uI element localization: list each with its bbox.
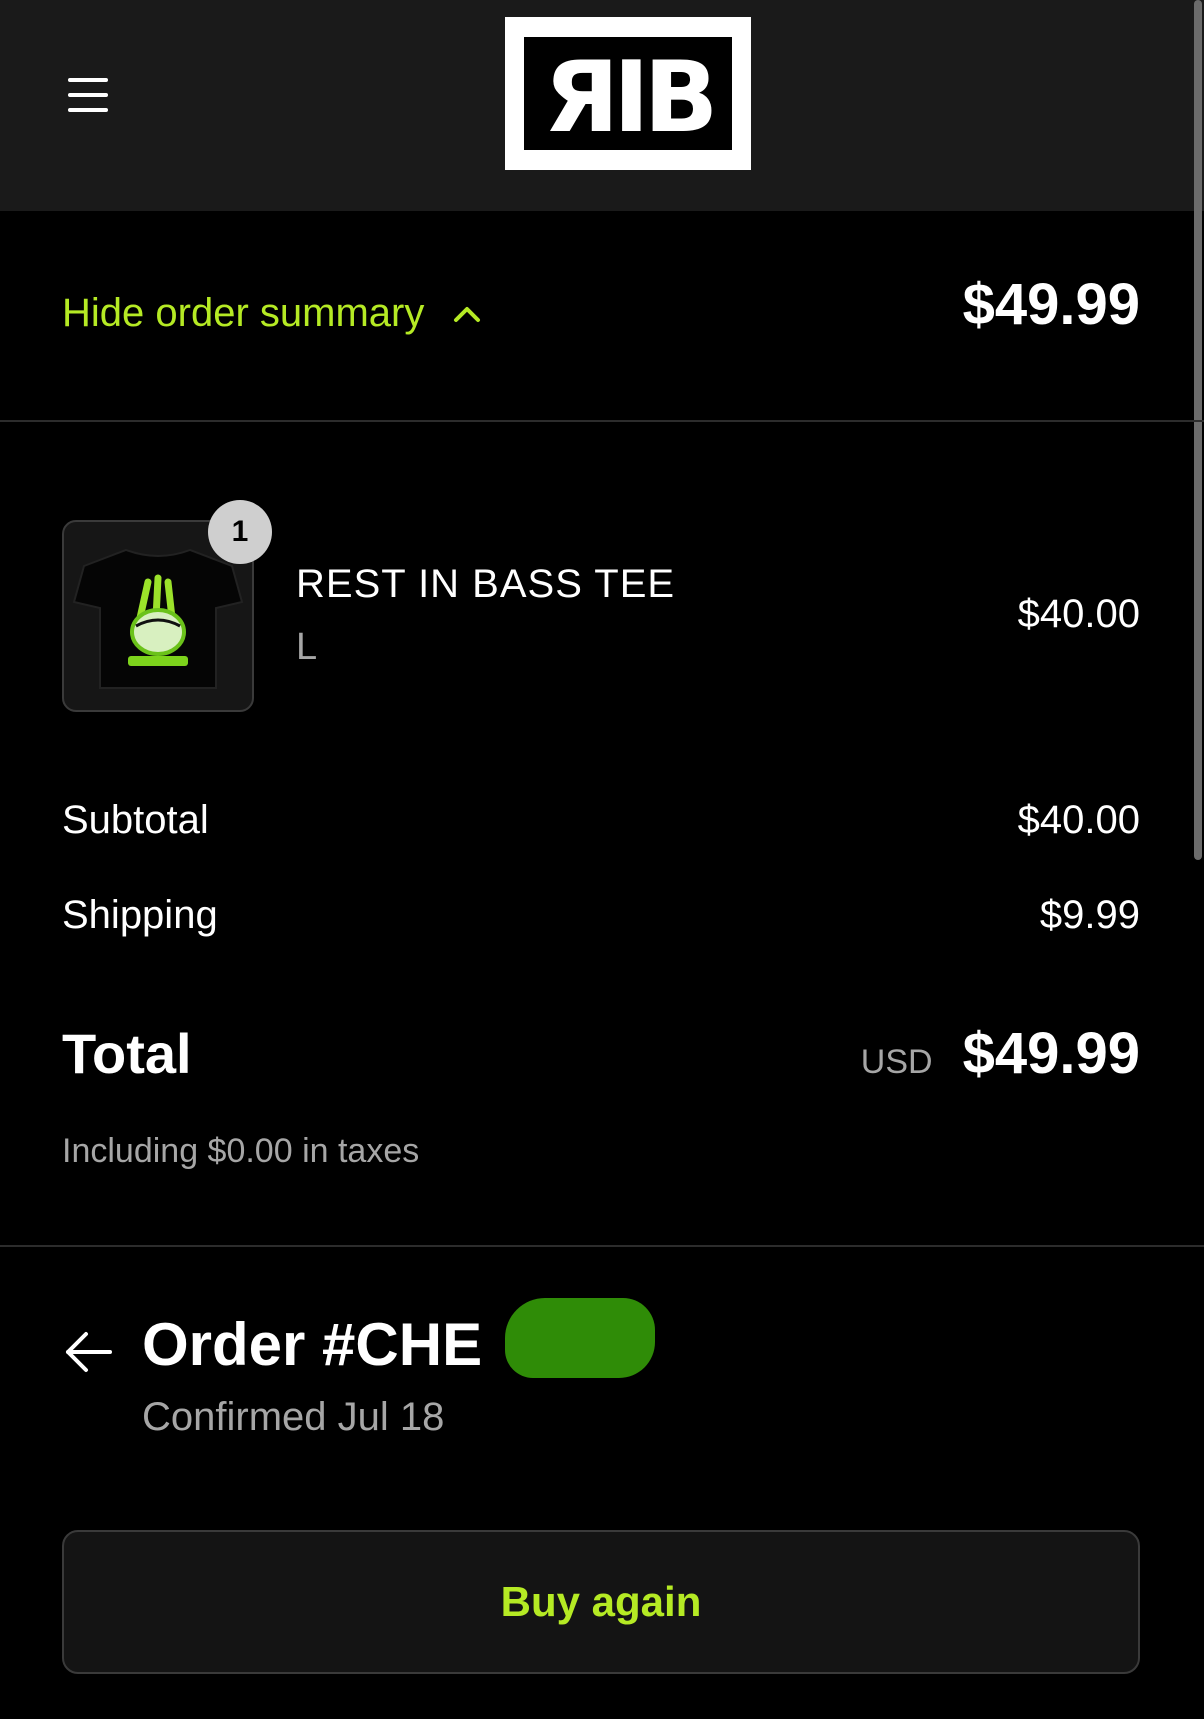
currency-code: USD <box>860 1043 933 1081</box>
site-header: ЯIB <box>0 0 1204 211</box>
quantity-badge: 1 <box>208 500 272 564</box>
order-number: Order #CHE <box>142 1311 483 1378</box>
shipping-value: $9.99 <box>1039 893 1140 937</box>
arrow-left-icon[interactable] <box>62 1326 114 1378</box>
product-variant: L <box>296 626 318 668</box>
svg-text:ЯIB: ЯIB <box>544 41 713 150</box>
redaction-mark <box>505 1298 655 1378</box>
hamburger-menu-icon[interactable] <box>62 74 114 116</box>
order-confirmed-date: Confirmed Jul 18 <box>142 1395 445 1439</box>
subtotal-label: Subtotal <box>62 798 209 842</box>
scrollbar[interactable] <box>1194 0 1202 860</box>
subtotal-value: $40.00 <box>1017 798 1140 842</box>
subtotal-row: Subtotal $40.00 <box>62 798 1140 843</box>
toggle-label: Hide order summary <box>62 291 425 335</box>
taxes-note: Including $0.00 in taxes <box>62 1132 420 1170</box>
product-name: REST IN BASS TEE <box>296 562 676 606</box>
buy-again-button[interactable]: Buy again <box>62 1530 1140 1674</box>
store-logo[interactable]: ЯIB <box>505 17 751 170</box>
total-value: $49.99 <box>962 1021 1140 1086</box>
hide-order-summary-toggle[interactable]: Hide order summary <box>62 291 482 336</box>
shipping-row: Shipping $9.99 <box>62 893 1140 938</box>
logo-mark: ЯIB <box>544 41 719 155</box>
summary-total-price: $49.99 <box>962 272 1140 337</box>
line-item: 1 REST IN BASS TEE L $40.00 <box>62 500 1140 712</box>
total-label: Total <box>62 1022 192 1085</box>
shipping-label: Shipping <box>62 893 218 937</box>
section-divider <box>0 1245 1204 1247</box>
product-price: $40.00 <box>1017 592 1140 636</box>
order-summary-bar: Hide order summary $49.99 <box>0 211 1204 422</box>
chevron-up-icon <box>454 306 481 322</box>
total-row: Total USD $49.99 <box>62 1020 1140 1087</box>
